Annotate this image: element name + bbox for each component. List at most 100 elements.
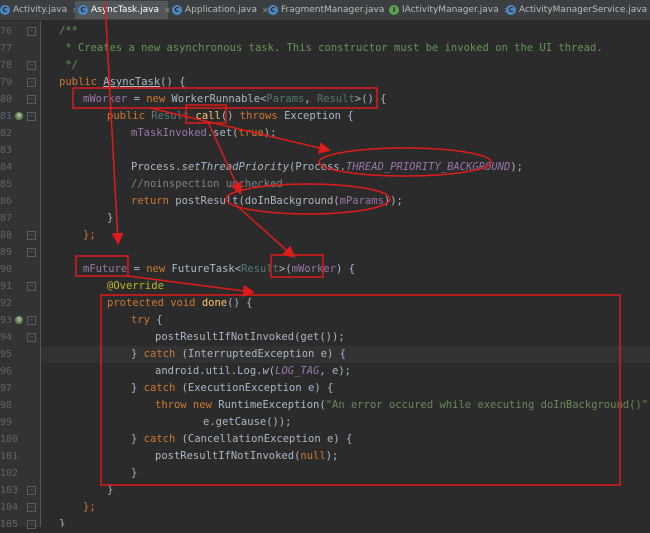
code-line-81[interactable]: public Result call() throws Exception { <box>41 108 650 125</box>
keyword: protected void <box>107 297 202 309</box>
line-number: 96 <box>0 366 13 377</box>
code-line-91[interactable]: @Override <box>41 278 650 295</box>
code-line-78[interactable]: */ <box>41 57 650 74</box>
tab-iactivitymanager-java[interactable]: I IActivityManager.java ✕ <box>389 1 510 19</box>
fold-toggle-icon[interactable]: - <box>27 27 36 36</box>
line-number: 87 <box>0 213 13 224</box>
tab-fragmentmanager-java[interactable]: C FragmentManager.java ✕ <box>268 1 396 19</box>
code-text: = <box>127 93 147 105</box>
keyword: throw new <box>155 399 219 411</box>
fold-toggle-icon[interactable]: - <box>27 503 36 512</box>
code-text: } <box>131 348 144 360</box>
line-number: 83 <box>0 145 13 156</box>
code-line-96[interactable]: android.util.Log.w(LOG_TAG, e); <box>41 363 650 380</box>
code-line-95[interactable]: } catch (InterruptedException e) { <box>41 346 650 363</box>
class-icon: C <box>268 5 278 15</box>
code-text: }; <box>83 501 96 513</box>
line-number: 89 <box>0 247 13 258</box>
code-line-102[interactable]: } <box>41 465 650 482</box>
code-text: WorkerRunnable< <box>171 93 267 105</box>
fold-toggle-icon[interactable]: - <box>27 316 36 325</box>
line-number: 99 <box>0 417 13 428</box>
code-line-103[interactable]: } <box>41 482 650 499</box>
code-text: RuntimeException( <box>218 399 326 411</box>
tab-activity-java[interactable]: C Activity.java ✕ <box>0 1 79 19</box>
method-name: setThreadPriority <box>181 161 290 173</box>
keyword: new <box>146 263 172 275</box>
tab-application-java[interactable]: C Application.java ✕ <box>172 1 269 19</box>
code-text: } <box>59 518 66 527</box>
fold-toggle-icon[interactable]: - <box>27 78 36 87</box>
tab-activitymanagerservice-java[interactable]: C ActivityManagerService.java ✕ <box>506 1 650 19</box>
code-line-88[interactable]: }; <box>41 227 650 244</box>
override-marker-icon[interactable]: o <box>15 112 23 120</box>
code-text: } <box>107 484 114 496</box>
field-name: mFuture <box>83 263 128 275</box>
code-text: { <box>156 314 163 326</box>
fold-toggle-icon[interactable]: - <box>27 231 36 240</box>
code-text: } <box>131 382 144 394</box>
field-name: mWorker <box>291 263 336 275</box>
code-text: Exception { <box>284 110 354 122</box>
code-text: ) { <box>335 263 355 275</box>
code-text: e.getCause()); <box>203 416 292 428</box>
code-line-89[interactable] <box>41 244 650 261</box>
line-number: 103 <box>0 485 19 496</box>
line-number: 86 <box>0 196 13 207</box>
code-line-86[interactable]: return postResult(doInBackground(mParams… <box>41 193 650 210</box>
fold-toggle-icon[interactable]: - <box>27 486 36 495</box>
code-line-77[interactable]: * Creates a new asynchronous task. This … <box>41 40 650 57</box>
code-text: () <box>220 110 240 122</box>
code-line-97[interactable]: } catch (ExecutionException e) { <box>41 380 650 397</box>
code-line-92[interactable]: protected void done() { <box>41 295 650 312</box>
tab-label: ActivityManagerService.java <box>519 5 648 15</box>
fold-toggle-icon[interactable]: - <box>27 112 36 121</box>
line-number-gutter[interactable]: 76 77 78 79 80 81 82 83 84 85 86 87 88 8… <box>0 21 41 530</box>
code-line-90[interactable]: mFuture = new FutureTask<Result>(mWorker… <box>41 261 650 278</box>
fold-toggle-icon[interactable]: - <box>27 333 36 342</box>
field-name: mWorker <box>83 93 128 105</box>
line-number: 97 <box>0 383 13 394</box>
line-number: 94 <box>0 332 13 343</box>
code-line-85[interactable]: //noinspection unchecked <box>41 176 650 193</box>
fold-toggle-icon[interactable]: - <box>27 282 36 291</box>
code-line-100[interactable]: } catch (CancellationException e) { <box>41 431 650 448</box>
fold-toggle-icon[interactable]: - <box>27 520 36 529</box>
line-number: 105 <box>0 519 19 530</box>
interface-icon: I <box>389 5 399 15</box>
code-line-101[interactable]: postResultIfNotInvoked(null); <box>41 448 650 465</box>
class-icon: C <box>0 5 10 15</box>
code-line-105[interactable]: } <box>41 516 650 527</box>
tab-asynctask-java[interactable]: C AsyncTask.java ✕ <box>75 1 171 19</box>
code-line-93[interactable]: try { <box>41 312 650 329</box>
class-icon: C <box>78 5 88 15</box>
fold-toggle-icon[interactable]: - <box>27 61 36 70</box>
code-line-84[interactable]: Process.setThreadPriority(Process.THREAD… <box>41 159 650 176</box>
code-line-98[interactable]: throw new RuntimeException("An error occ… <box>41 397 650 414</box>
code-line-104[interactable]: }; <box>41 499 650 516</box>
keyword: true <box>238 127 264 139</box>
code-line-87[interactable]: } <box>41 210 650 227</box>
line-number: 102 <box>0 468 19 479</box>
line-number: 76 <box>0 26 13 37</box>
code-line-94[interactable]: postResultIfNotInvoked(get()); <box>41 329 650 346</box>
fold-toggle-icon[interactable]: - <box>27 248 36 257</box>
code-line-80[interactable]: mWorker = new WorkerRunnable<Params, Res… <box>41 91 650 108</box>
code-text: >( <box>279 263 292 275</box>
code-text: .set( <box>206 127 239 139</box>
line-number: 82 <box>0 128 13 139</box>
fold-toggle-icon[interactable]: - <box>27 95 36 104</box>
code-line-82[interactable]: mTaskInvoked.set(true); <box>41 125 650 142</box>
keyword: new <box>146 93 172 105</box>
code-editor[interactable]: /** * Creates a new asynchronous task. T… <box>41 21 650 527</box>
constant-name: LOG_TAG <box>275 365 320 377</box>
tab-label: AsyncTask.java <box>91 5 159 15</box>
close-icon[interactable]: ✕ <box>164 6 171 15</box>
keyword: catch <box>143 382 182 394</box>
code-line-76[interactable]: /** <box>41 23 650 40</box>
code-line-99[interactable]: e.getCause()); <box>41 414 650 431</box>
override-marker-icon[interactable]: o <box>15 316 23 324</box>
code-line-83[interactable] <box>41 142 650 159</box>
constant-name: THREAD_PRIORITY_BACKGROUND <box>345 161 511 173</box>
code-line-79[interactable]: public AsyncTask() { <box>41 74 650 91</box>
